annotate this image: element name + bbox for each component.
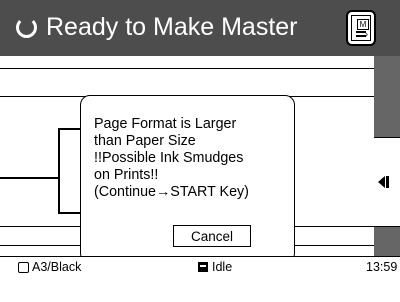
page-title: Ready to Make Master [46, 13, 298, 41]
side-panel-tab[interactable] [374, 137, 400, 227]
status-bar: A3/Black Idle 13:59 [0, 256, 400, 302]
header-bar: Ready to Make Master M › [0, 0, 400, 56]
dialog-message-line: on Prints!! [94, 167, 159, 183]
cancel-button[interactable]: Cancel [173, 225, 251, 247]
paper-status-text: A3/Black [32, 260, 82, 274]
dialog-message: Page Format is Larger than Paper Size !!… [94, 116, 290, 201]
machine-status-text: Idle [212, 260, 233, 274]
paper-status: A3/Black [18, 260, 81, 274]
dialog-message-line: than Paper Size [94, 133, 196, 149]
chevron-left-icon [378, 176, 385, 188]
paper-tray-icon [18, 262, 29, 273]
dialog-message-line: Page Format is Larger [94, 116, 237, 132]
clock: 13:59 [366, 260, 398, 274]
dialog-message-line: (Continue→START Key) [94, 184, 249, 200]
dialog-message-line: !!Possible Ink Smudges [94, 150, 244, 166]
warning-dialog: Page Format is Larger than Paper Size !!… [80, 95, 295, 263]
make-master-button[interactable]: M › [346, 10, 376, 46]
page-outline-leader [0, 177, 60, 179]
page-outline-bracket [58, 128, 80, 214]
make-master-icon: M › [351, 15, 371, 41]
status-idle-icon [198, 262, 208, 272]
busy-spinner-icon [16, 17, 37, 38]
machine-status: Idle [198, 260, 232, 274]
